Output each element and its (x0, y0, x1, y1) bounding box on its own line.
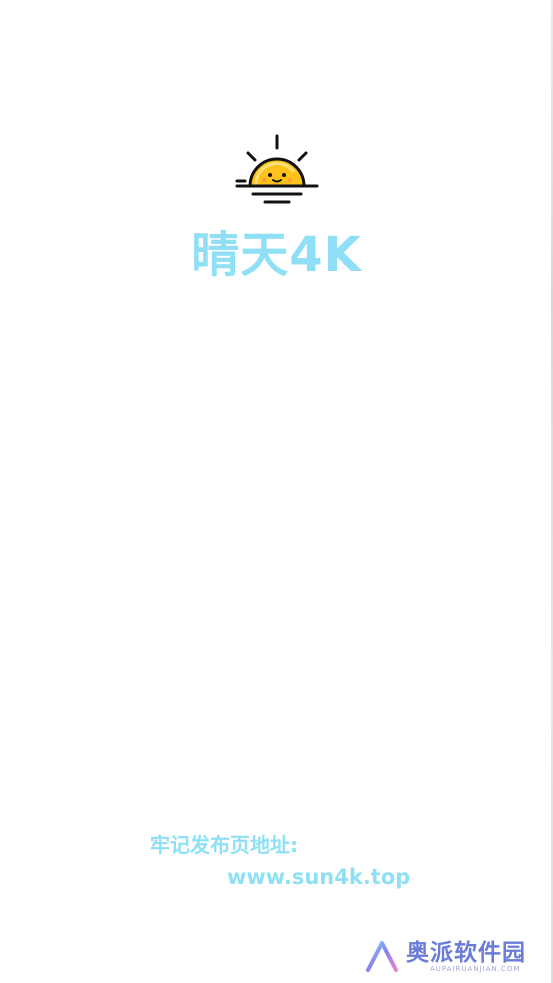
watermark-text: 奥派软件园 (406, 940, 526, 966)
notice-label: 牢记发布页地址: (150, 833, 298, 857)
sun-face-icon (235, 134, 319, 204)
aupai-logo-icon (366, 941, 398, 972)
app-title: 晴天4K (191, 227, 362, 283)
watermark: 奥派软件园 AUPAIRUANJIAN.COM (366, 938, 546, 978)
notice-url: www.sun4k.top (227, 865, 411, 889)
splash-screen: 晴天4K 牢记发布页地址: www.sun4k.top 奥派软件园 AUPAIR… (0, 0, 553, 983)
watermark-subtext: AUPAIRUANJIAN.COM (430, 965, 521, 973)
